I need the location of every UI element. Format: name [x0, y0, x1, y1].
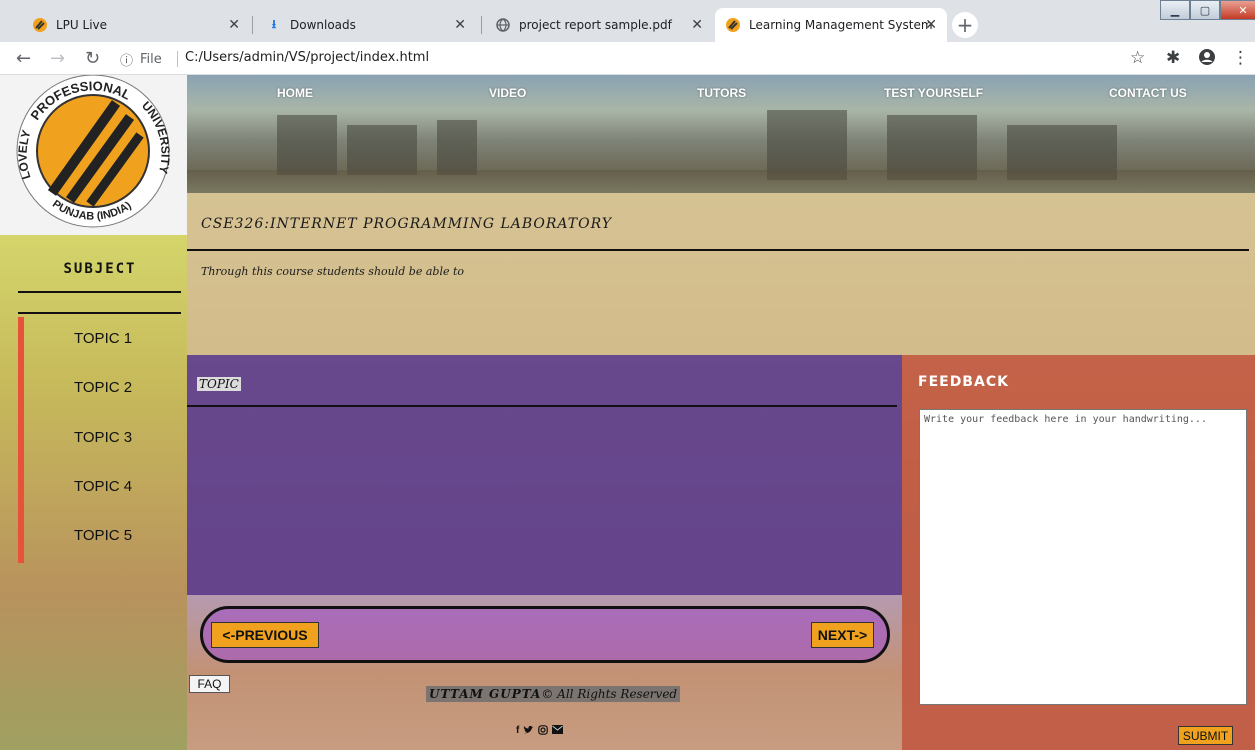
- feedback-panel: FEEDBACK SUBMIT: [902, 355, 1255, 750]
- previous-button[interactable]: <-PREVIOUS: [211, 622, 319, 648]
- close-icon[interactable]: ✕: [691, 17, 703, 33]
- sidebar-item-topic-1[interactable]: TOPIC 1: [74, 330, 132, 347]
- banner-building: [347, 125, 417, 175]
- site-info[interactable]: ⓘ File: [120, 50, 162, 69]
- tab-divider: [252, 16, 253, 34]
- subject-divider: [18, 312, 181, 314]
- topic-indicator-bar: [18, 317, 24, 563]
- close-icon[interactable]: ✕: [454, 17, 466, 33]
- feedback-title: FEEDBACK: [918, 374, 1009, 390]
- facebook-icon[interactable]: f: [516, 725, 519, 738]
- sidebar-item-topic-5[interactable]: TOPIC 5: [74, 527, 132, 544]
- tab-downloads[interactable]: ⭳ Downloads ✕: [256, 8, 476, 42]
- course-title: CSE326:INTERNET PROGRAMMING LABORATORY: [201, 216, 612, 232]
- sidebar-item-topic-4[interactable]: TOPIC 4: [74, 478, 132, 495]
- email-icon[interactable]: [552, 725, 564, 738]
- next-button[interactable]: NEXT->: [811, 622, 874, 648]
- forward-arrow-icon[interactable]: →: [50, 48, 65, 69]
- left-sidebar: PROFESSIONAL LOVELY UNIVERSITY PUNJAB (I…: [0, 75, 187, 750]
- author-name: UTTAM GUPTA: [429, 687, 542, 701]
- back-arrow-icon[interactable]: ←: [16, 48, 31, 69]
- address-bar: ← → ↻ ⓘ File C:/Users/admin/VS/project/i…: [0, 42, 1255, 75]
- close-icon[interactable]: ✕: [925, 17, 937, 33]
- tab-learning-management-system[interactable]: Learning Management System ✕: [715, 8, 947, 42]
- sidebar-item-topic-3[interactable]: TOPIC 3: [74, 429, 132, 446]
- instagram-icon[interactable]: [538, 725, 549, 738]
- web-page: HOME VIDEO TUTORS TEST YOURSELF CONTACT …: [0, 75, 1255, 750]
- tab-divider: [481, 16, 482, 34]
- copyright-symbol: ©: [541, 687, 554, 701]
- tab-title: Downloads: [290, 18, 356, 32]
- tab-title: LPU Live: [56, 18, 108, 32]
- social-links: f: [516, 725, 564, 738]
- url-divider: [177, 51, 178, 67]
- tab-lpu-live[interactable]: LPU Live ✕: [22, 8, 250, 42]
- topic-heading: TOPIC: [197, 377, 241, 391]
- window-close-button[interactable]: ✕: [1220, 0, 1255, 20]
- menu-dots-icon[interactable]: ⋮: [1232, 48, 1249, 68]
- footer-area: <-PREVIOUS NEXT-> FAQ UTTAM GUPTA© All R…: [187, 595, 902, 750]
- banner-building: [277, 115, 337, 175]
- minimize-button[interactable]: ▁: [1160, 0, 1190, 20]
- window-controls: ▁ ▢ ✕: [1160, 0, 1255, 20]
- topic-divider: [187, 405, 897, 407]
- reload-icon[interactable]: ↻: [85, 48, 100, 69]
- nav-contact-us[interactable]: CONTACT US: [1109, 86, 1187, 100]
- copyright-notice: UTTAM GUPTA© All Rights Reserved: [426, 686, 681, 702]
- site-info-label: File: [140, 52, 162, 67]
- subject-divider: [18, 291, 181, 293]
- close-icon[interactable]: ✕: [228, 17, 240, 33]
- banner-ground: [187, 170, 1255, 193]
- download-icon: ⭳: [271, 16, 277, 31]
- course-description: Through this course students should be a…: [201, 265, 465, 278]
- sidebar-item-topic-2[interactable]: TOPIC 2: [74, 379, 132, 396]
- tab-project-report[interactable]: project report sample.pdf ✕: [485, 8, 713, 42]
- browser-tab-strip: LPU Live ✕ ⭳ Downloads ✕ project report …: [0, 0, 1255, 42]
- subject-title: SUBJECT: [63, 261, 137, 277]
- faq-button[interactable]: FAQ: [189, 675, 230, 693]
- nav-home[interactable]: HOME: [277, 86, 313, 100]
- pager-bar: <-PREVIOUS NEXT->: [200, 606, 890, 663]
- twitter-icon[interactable]: [523, 725, 534, 738]
- rights-text: All Rights Reserved: [557, 687, 678, 701]
- header-banner: HOME VIDEO TUTORS TEST YOURSELF CONTACT …: [187, 75, 1255, 193]
- lpu-logo-icon: [725, 17, 741, 33]
- maximize-button[interactable]: ▢: [1190, 0, 1220, 20]
- lpu-logo-icon: [32, 17, 48, 33]
- tab-title: project report sample.pdf: [519, 18, 672, 32]
- feedback-textarea[interactable]: [919, 409, 1247, 705]
- nav-video[interactable]: VIDEO: [489, 86, 526, 100]
- course-divider: [187, 249, 1249, 251]
- nav-test-yourself[interactable]: TEST YOURSELF: [884, 86, 983, 100]
- profile-icon[interactable]: [1198, 48, 1216, 71]
- globe-icon: [495, 17, 511, 33]
- topic-content-panel: TOPIC: [187, 355, 902, 595]
- banner-building: [437, 120, 477, 175]
- submit-button[interactable]: SUBMIT: [1178, 726, 1233, 745]
- university-logo: PROFESSIONAL LOVELY UNIVERSITY PUNJAB (I…: [0, 75, 187, 235]
- bookmark-star-icon[interactable]: ☆: [1130, 48, 1145, 68]
- course-header: CSE326:INTERNET PROGRAMMING LABORATORY T…: [187, 193, 1255, 355]
- url-input[interactable]: C:/Users/admin/VS/project/index.html: [185, 50, 429, 65]
- info-icon: ⓘ: [120, 54, 134, 69]
- extensions-icon[interactable]: ✱: [1166, 48, 1180, 68]
- new-tab-button[interactable]: +: [952, 12, 978, 38]
- nav-tutors[interactable]: TUTORS: [697, 86, 746, 100]
- tab-title: Learning Management System: [749, 18, 933, 32]
